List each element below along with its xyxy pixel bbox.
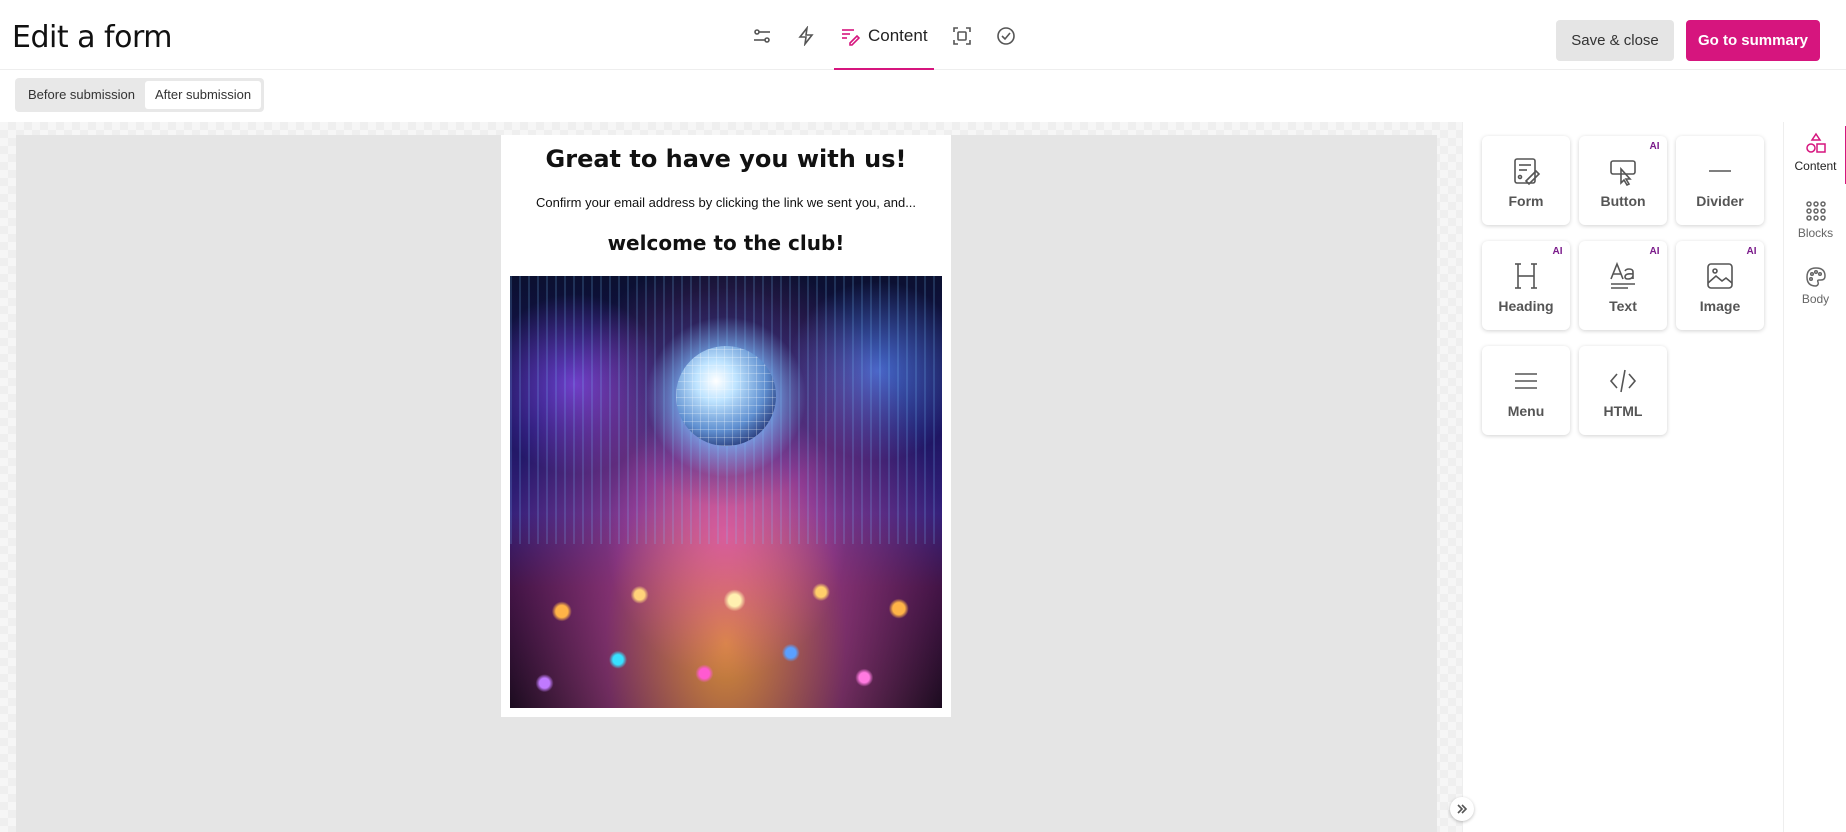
- page-title: Edit a form: [12, 20, 173, 55]
- step-navigation: Content: [740, 22, 1028, 70]
- palette-icon: [1804, 265, 1828, 289]
- rail-item-body[interactable]: Body: [1784, 259, 1846, 317]
- tile-form-label: Form: [1508, 193, 1544, 209]
- canvas-area: Great to have you with us! Confirm your …: [0, 122, 1462, 832]
- header: Edit a form Content Save & close Go to s…: [0, 0, 1846, 70]
- right-rail: Content Blocks Body: [1783, 122, 1846, 832]
- dance-floor-lights: [510, 569, 942, 708]
- go-to-summary-button[interactable]: Go to summary: [1686, 20, 1820, 61]
- tile-form[interactable]: Form: [1482, 136, 1570, 225]
- tile-menu[interactable]: Menu: [1482, 346, 1570, 435]
- tile-menu-label: Menu: [1507, 403, 1545, 419]
- submission-toolbar: Before submission After submission: [0, 70, 1846, 122]
- email-subheading[interactable]: welcome to the club!: [501, 231, 951, 255]
- sliders-icon: [754, 29, 770, 43]
- step-content[interactable]: Content: [834, 22, 934, 70]
- code-icon: [1608, 366, 1638, 396]
- preview-frame-icon: [952, 27, 971, 45]
- image-icon: [1705, 261, 1735, 291]
- email-canvas: Great to have you with us! Confirm your …: [16, 135, 1437, 832]
- text-icon: [1608, 261, 1638, 291]
- shapes-icon: [1804, 132, 1828, 156]
- rail-item-blocks[interactable]: Blocks: [1784, 193, 1846, 251]
- step-settings[interactable]: [748, 22, 776, 50]
- tile-button-label: Button: [1600, 193, 1646, 209]
- grid-icon: [1804, 199, 1828, 223]
- step-content-label: Content: [868, 26, 928, 45]
- tile-button[interactable]: AI Button: [1579, 136, 1667, 225]
- tile-divider[interactable]: Divider: [1676, 136, 1764, 225]
- tile-image[interactable]: AI Image: [1676, 241, 1764, 330]
- email-preview[interactable]: Great to have you with us! Confirm your …: [501, 135, 951, 717]
- lightning-icon: [798, 26, 814, 46]
- rail-item-label: Blocks: [1797, 226, 1834, 240]
- check-circle-icon: [996, 27, 1015, 45]
- step-triggers[interactable]: [792, 22, 820, 50]
- heading-icon: [1511, 261, 1541, 291]
- email-body-text[interactable]: Confirm your email address by clicking t…: [501, 195, 951, 210]
- content-edit-icon: [842, 29, 860, 46]
- rail-item-label: Body: [1801, 292, 1830, 306]
- form-icon: [1511, 156, 1541, 186]
- double-chevron-right-icon: [1457, 804, 1468, 814]
- step-summary[interactable]: [992, 22, 1020, 50]
- content-panel: Form AI Button Divider AI Heading AI Tex…: [1462, 122, 1783, 832]
- tile-html-label: HTML: [1603, 403, 1643, 419]
- menu-icon: [1511, 366, 1541, 396]
- ai-badge: AI: [1548, 244, 1567, 259]
- ai-badge: AI: [1742, 244, 1761, 259]
- tile-image-label: Image: [1699, 298, 1741, 314]
- before-submission-tab[interactable]: Before submission: [18, 81, 145, 109]
- email-heading[interactable]: Great to have you with us!: [501, 145, 951, 173]
- ai-badge: AI: [1645, 139, 1664, 154]
- save-close-button[interactable]: Save & close: [1556, 20, 1674, 61]
- disco-party-image[interactable]: [510, 276, 942, 708]
- submission-toggle: Before submission After submission: [15, 78, 265, 112]
- tile-divider-label: Divider: [1696, 193, 1744, 209]
- tile-text-label: Text: [1609, 298, 1637, 314]
- tile-text[interactable]: AI Text: [1579, 241, 1667, 330]
- ai-badge: AI: [1645, 244, 1664, 259]
- disco-ball: [676, 346, 776, 446]
- tile-html[interactable]: HTML: [1579, 346, 1667, 435]
- tile-heading[interactable]: AI Heading: [1482, 241, 1570, 330]
- rail-item-content[interactable]: Content: [1784, 126, 1846, 184]
- step-preview[interactable]: [948, 22, 976, 50]
- collapse-panel-button[interactable]: [1450, 797, 1474, 821]
- button-cursor-icon: [1608, 156, 1638, 187]
- rail-item-label: Content: [1794, 159, 1837, 173]
- after-submission-tab[interactable]: After submission: [144, 81, 262, 109]
- divider-icon: [1705, 156, 1735, 186]
- tile-heading-label: Heading: [1498, 298, 1554, 314]
